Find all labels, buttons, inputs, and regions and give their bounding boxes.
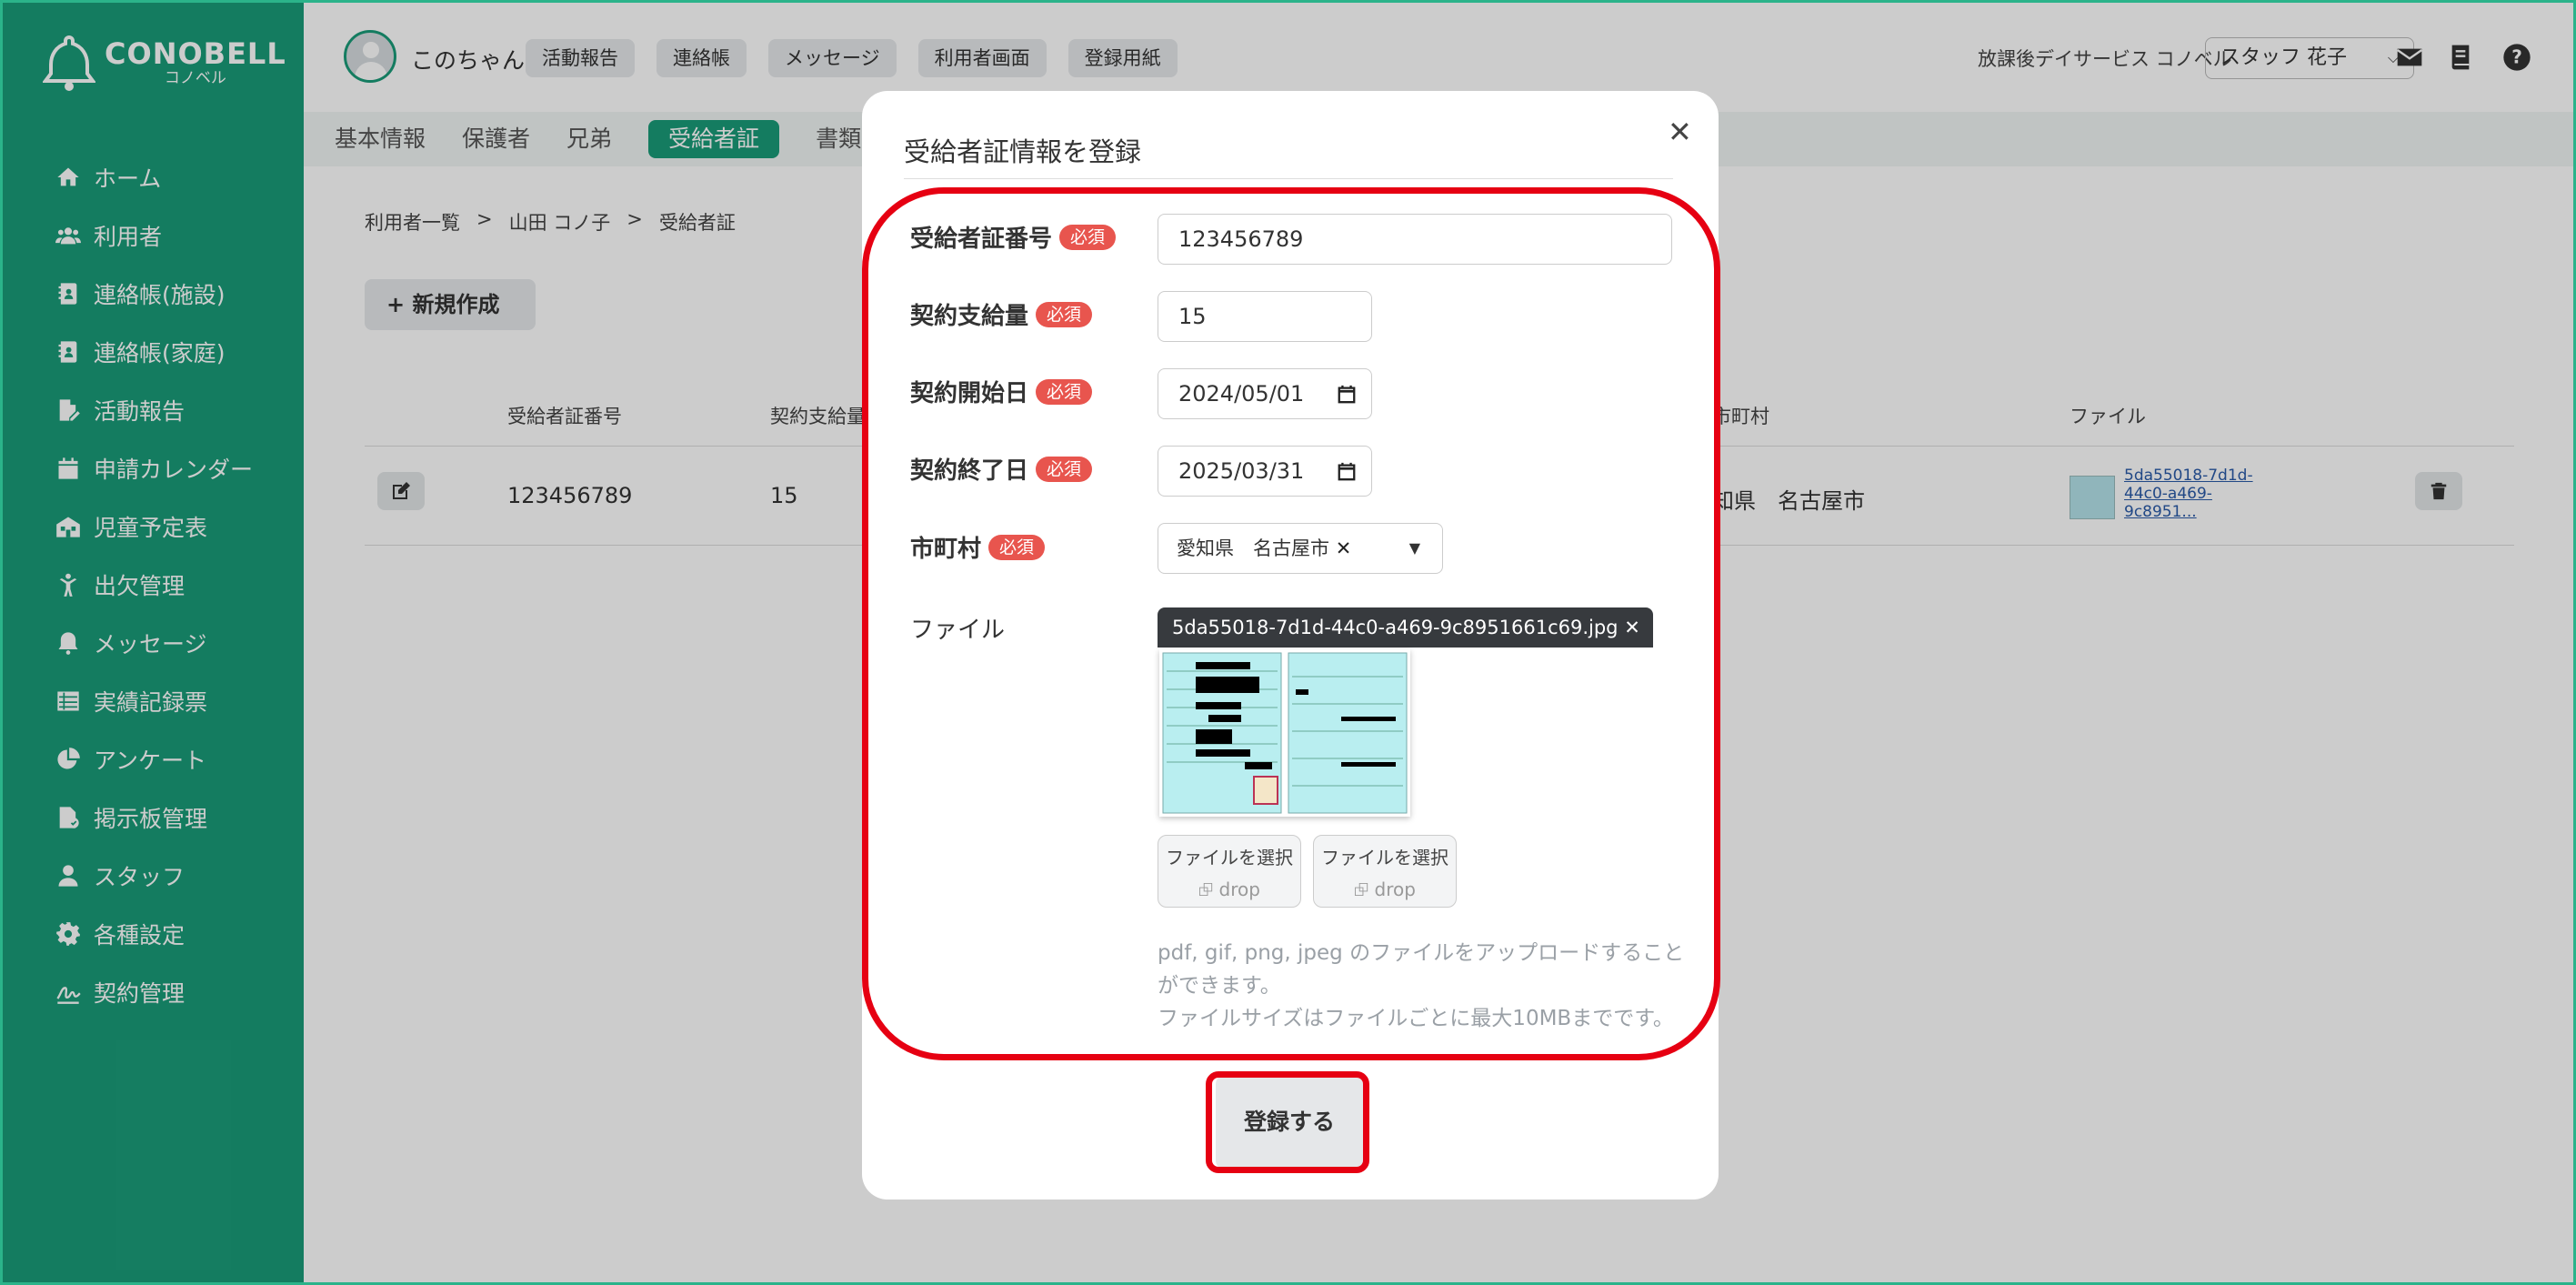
upload-note-line1: pdf, gif, png, jpeg のファイルをアップロードすることができま… xyxy=(1158,941,1685,998)
divider xyxy=(904,178,1673,179)
uploaded-file-tag: 5da55018-7d1d-44c0-a469-9c8951661c69.jpg… xyxy=(1158,607,1653,648)
close-icon[interactable]: ✕ xyxy=(1668,115,1692,149)
end-date-label: 契約終了日 必須 xyxy=(910,452,1093,486)
end-date-input[interactable]: 2025/03/31 xyxy=(1158,446,1372,497)
city-chip: 愛知県 名古屋市 ✕ xyxy=(1177,535,1351,562)
file-preview-image xyxy=(1159,649,1410,817)
required-badge: 必須 xyxy=(1036,456,1093,482)
choose-file-label: ファイルを選択 xyxy=(1166,847,1293,868)
input-value: 2024/05/01 xyxy=(1178,381,1305,407)
required-badge: 必須 xyxy=(1059,224,1117,250)
city-chip-label: 愛知県 名古屋市 xyxy=(1177,537,1329,559)
start-date-input[interactable]: 2024/05/01 xyxy=(1158,368,1372,419)
input-value: 15 xyxy=(1178,304,1207,329)
city-select[interactable]: 愛知県 名古屋市 ✕ ▼ xyxy=(1158,523,1443,574)
certificate-register-modal: 受給者証情報を登録 ✕ 受給者証番号 必須 123456789 契約支給量 必須… xyxy=(862,91,1719,1200)
start-date-label: 契約開始日 必須 xyxy=(910,375,1093,408)
choose-file-label: ファイルを選択 xyxy=(1321,847,1448,868)
drop-icon: ⮺ xyxy=(1354,878,1369,900)
field-label: 契約終了日 xyxy=(910,457,1029,485)
choose-file-button-1[interactable]: ファイルを選択 ⮺ drop xyxy=(1158,835,1301,908)
field-label: 受給者証番号 xyxy=(910,226,1053,253)
chip-remove-icon[interactable]: ✕ xyxy=(1336,537,1352,559)
cert-no-label: 受給者証番号 必須 xyxy=(910,220,1117,254)
city-label: 市町村 必須 xyxy=(910,530,1046,564)
amount-input[interactable]: 15 xyxy=(1158,291,1372,342)
drop-zone[interactable]: ⮺ drop xyxy=(1314,877,1456,908)
field-label: 契約開始日 xyxy=(910,380,1029,407)
drop-icon: ⮺ xyxy=(1198,878,1214,900)
modal-title: 受給者証情報を登録 xyxy=(904,136,1142,167)
uploaded-file-name: 5da55018-7d1d-44c0-a469-9c8951661c69.jpg xyxy=(1172,617,1619,638)
drop-label: drop xyxy=(1218,878,1260,900)
upload-note-line2: ファイルサイズはファイルごとに最大10MBまでです。 xyxy=(1158,1007,1674,1030)
remove-file-icon[interactable]: ✕ xyxy=(1624,617,1640,638)
register-button[interactable]: 登録する xyxy=(1216,1075,1363,1170)
field-label: ファイル xyxy=(910,617,1006,644)
certificate-preview-graphic xyxy=(1162,652,1408,814)
input-value: 123456789 xyxy=(1178,226,1304,252)
calendar-icon[interactable] xyxy=(1337,384,1357,404)
file-label: ファイル xyxy=(910,611,1005,645)
amount-label: 契約支給量 必須 xyxy=(910,297,1093,331)
field-label: 契約支給量 xyxy=(910,303,1029,330)
required-badge: 必須 xyxy=(1036,301,1093,327)
drop-label: drop xyxy=(1374,878,1416,900)
field-label: 市町村 xyxy=(910,536,982,563)
app-window: CONOBELL コノベル ホーム 利用者 連絡帳(施設) 連絡帳(家庭) 活動… xyxy=(0,0,2576,1285)
chevron-down-icon[interactable]: ▼ xyxy=(1409,524,1420,573)
required-badge: 必須 xyxy=(988,534,1046,560)
choose-file-button-2[interactable]: ファイルを選択 ⮺ drop xyxy=(1313,835,1457,908)
upload-note: pdf, gif, png, jpeg のファイルをアップロードすることができま… xyxy=(1158,937,1685,1035)
input-value: 2025/03/31 xyxy=(1178,458,1305,484)
required-badge: 必須 xyxy=(1036,378,1093,405)
cert-no-input[interactable]: 123456789 xyxy=(1158,214,1672,265)
drop-zone[interactable]: ⮺ drop xyxy=(1158,877,1300,908)
calendar-icon[interactable] xyxy=(1337,461,1357,481)
